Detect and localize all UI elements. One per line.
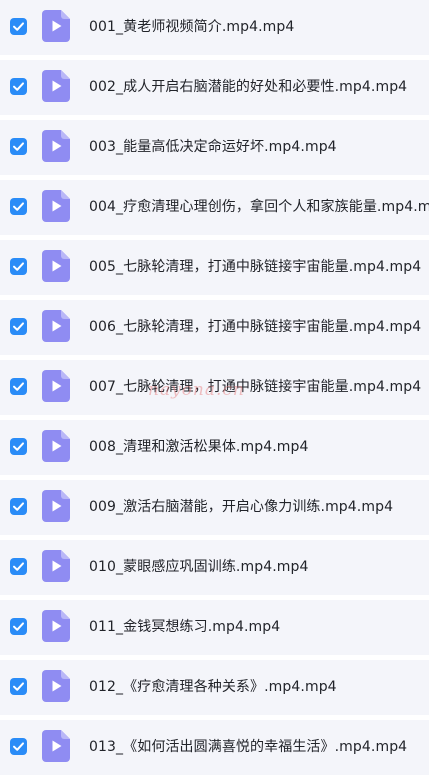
video-file-icon [42,430,70,462]
video-file-icon [42,550,70,582]
file-name: 004_疗愈清理心理创伤，拿回个人和家族能量.mp4.mp4 [89,199,429,215]
file-row[interactable]: 013_《如何活出圆满喜悦的幸福生活》.mp4.mp4 [0,720,429,775]
file-row[interactable]: 012_《疗愈清理各种关系》.mp4.mp4 [0,660,429,715]
checked-checkbox-icon[interactable] [10,558,27,575]
file-row[interactable]: 011_金钱冥想练习.mp4.mp4 [0,600,429,655]
checked-checkbox-icon[interactable] [10,198,27,215]
file-row[interactable]: 006_七脉轮清理，打通中脉链接宇宙能量.mp4.mp4 [0,300,429,355]
file-row[interactable]: 002_成人开启右脑潜能的好处和必要性.mp4.mp4 [0,60,429,115]
video-file-icon [42,130,70,162]
video-file-icon [42,10,70,42]
video-file-icon [42,70,70,102]
file-row[interactable]: 005_七脉轮清理，打通中脉链接宇宙能量.mp4.mp4 [0,240,429,295]
checked-checkbox-icon[interactable] [10,498,27,515]
video-file-icon [42,250,70,282]
file-row[interactable]: 003_能量高低决定命运好坏.mp4.mp4 [0,120,429,175]
video-file-icon [42,730,70,762]
checked-checkbox-icon[interactable] [10,378,27,395]
checked-checkbox-icon[interactable] [10,258,27,275]
video-file-icon [42,670,70,702]
file-name: 007_七脉轮清理，打通中脉链接宇宙能量.mp4.mp4 [89,379,422,395]
file-row[interactable]: 001_黄老师视频简介.mp4.mp4 [0,0,429,55]
file-row[interactable]: 010_蒙眼感应巩固训练.mp4.mp4 [0,540,429,595]
file-list: 001_黄老师视频简介.mp4.mp4 002_成人开启右脑潜能的好处和必要性.m… [0,0,429,780]
file-name: 005_七脉轮清理，打通中脉链接宇宙能量.mp4.mp4 [89,259,422,275]
file-name: 012_《疗愈清理各种关系》.mp4.mp4 [89,679,337,695]
checked-checkbox-icon[interactable] [10,678,27,695]
checked-checkbox-icon[interactable] [10,438,27,455]
checked-checkbox-icon[interactable] [10,18,27,35]
file-row[interactable]: 008_清理和激活松果体.mp4.mp4 [0,420,429,475]
file-name: 001_黄老师视频简介.mp4.mp4 [89,19,295,35]
video-file-icon [42,490,70,522]
file-row[interactable]: 007_七脉轮清理，打通中脉链接宇宙能量.mp4.mp4 [0,360,429,415]
checked-checkbox-icon[interactable] [10,78,27,95]
file-row[interactable]: 009_激活右脑潜能，开启心像力训练.mp4.mp4 [0,480,429,535]
file-name: 009_激活右脑潜能，开启心像力训练.mp4.mp4 [89,499,394,515]
video-file-icon [42,310,70,342]
checked-checkbox-icon[interactable] [10,738,27,755]
video-file-icon [42,190,70,222]
checked-checkbox-icon[interactable] [10,138,27,155]
checked-checkbox-icon[interactable] [10,618,27,635]
file-name: 002_成人开启右脑潜能的好处和必要性.mp4.mp4 [89,79,408,95]
file-name: 003_能量高低决定命运好坏.mp4.mp4 [89,139,337,155]
video-file-icon [42,610,70,642]
video-file-icon [42,370,70,402]
checked-checkbox-icon[interactable] [10,318,27,335]
file-name: 006_七脉轮清理，打通中脉链接宇宙能量.mp4.mp4 [89,319,422,335]
file-name: 010_蒙眼感应巩固训练.mp4.mp4 [89,559,309,575]
file-name: 011_金钱冥想练习.mp4.mp4 [89,619,281,635]
file-row[interactable]: 004_疗愈清理心理创伤，拿回个人和家族能量.mp4.mp4 [0,180,429,235]
file-name: 013_《如何活出圆满喜悦的幸福生活》.mp4.mp4 [89,739,408,755]
file-name: 008_清理和激活松果体.mp4.mp4 [89,439,309,455]
